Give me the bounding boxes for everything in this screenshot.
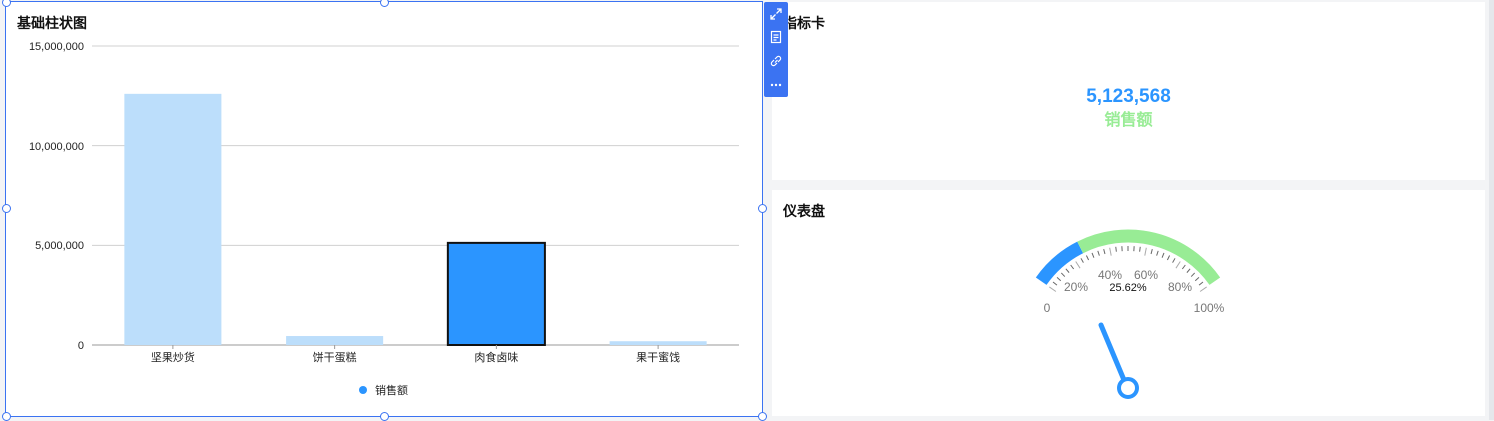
gauge-tick-label: 60% — [1134, 268, 1158, 282]
legend-marker — [359, 386, 367, 394]
gauge-tick — [1167, 255, 1169, 260]
link-icon[interactable] — [764, 50, 788, 72]
gauge-tick — [1145, 248, 1147, 256]
bar-0[interactable] — [124, 94, 221, 345]
gauge-tick — [1200, 287, 1207, 292]
gauge-tick — [1157, 251, 1159, 256]
gauge-needle — [1101, 325, 1124, 380]
gauge-tick — [1061, 273, 1064, 277]
y-tick-label: 0 — [78, 340, 84, 352]
gauge-tick — [1092, 253, 1094, 258]
gauge-tick — [1116, 247, 1117, 252]
gauge-panel[interactable]: 仪表盘 0 20% 40% 60% 80% 100% 25.62% — [772, 190, 1485, 416]
gauge-tick — [1151, 249, 1152, 254]
gauge-tick — [1104, 249, 1105, 254]
gauge-tick-label: 80% — [1168, 280, 1192, 294]
gauge-tick — [1057, 277, 1061, 280]
kpi-label: 销售额 — [772, 106, 1485, 130]
bar-1[interactable] — [286, 336, 383, 345]
gauge-tick — [1098, 251, 1100, 256]
gauge-tick-label: 0 — [1044, 301, 1051, 315]
y-tick-label: 5,000,000 — [35, 240, 84, 252]
document-icon[interactable] — [764, 26, 788, 48]
legend-label: 销售额 — [375, 383, 408, 397]
gauge-needle-pivot — [1119, 379, 1137, 397]
gauge-arc-filled — [1041, 247, 1080, 281]
gauge-tick — [1071, 265, 1074, 269]
gauge-value-label: 25.62% — [1109, 282, 1147, 294]
chart-toolbar — [764, 2, 788, 97]
bar-3[interactable] — [610, 341, 707, 345]
gauge-tick — [1182, 265, 1185, 269]
gauge-tick — [1199, 282, 1203, 285]
x-tick-label: 果干蜜饯 — [636, 350, 680, 364]
page-scrollbar[interactable] — [1489, 0, 1494, 420]
gauge-tick-label: 100% — [1194, 301, 1225, 315]
resize-handle-left[interactable] — [2, 204, 11, 213]
y-axis-ticks: 15,000,000 10,000,000 5,000,000 0 — [29, 41, 84, 352]
expand-icon[interactable] — [764, 3, 788, 25]
x-tick-label: 肉食卤味 — [474, 350, 518, 364]
y-tick-label: 15,000,000 — [29, 41, 84, 53]
gauge-tick — [1176, 261, 1180, 268]
gauge-tick — [1081, 258, 1083, 262]
gauge-tick — [1140, 247, 1141, 252]
more-icon[interactable] — [764, 74, 788, 96]
kpi-card-panel[interactable]: 指标卡 5,123,568 销售额 — [772, 2, 1485, 180]
gauge-tick — [1086, 255, 1088, 260]
gauge-tick-label: 20% — [1064, 280, 1088, 294]
kpi-value: 5,123,568 — [772, 86, 1485, 108]
x-tick-label: 坚果炒货 — [151, 350, 195, 364]
gauge-tick — [1076, 261, 1080, 268]
gauge-chart: 0 20% 40% 60% 80% 100% 25.62% — [772, 190, 1485, 416]
gauge-tick — [1191, 273, 1194, 277]
gauge-tick — [1173, 258, 1175, 262]
gauge-tick — [1049, 287, 1056, 292]
bar-2[interactable] — [448, 243, 545, 345]
x-tick-label: 饼干蛋糕 — [313, 350, 357, 364]
gauge-tick — [1110, 248, 1112, 256]
bar-chart: 15,000,000 10,000,000 5,000,000 0 坚果炒货 饼干… — [6, 2, 762, 416]
gauge-tick — [1187, 269, 1190, 273]
gauge-tick — [1162, 253, 1164, 258]
gauge-tick — [1053, 282, 1057, 285]
resize-handle-right[interactable] — [758, 204, 767, 213]
bar-chart-panel[interactable]: 基础柱状图 15,000,000 10,000,000 5,000,000 0 … — [6, 2, 762, 416]
gauge-tick — [1195, 277, 1199, 280]
gauge-tick — [1066, 269, 1069, 273]
y-tick-label: 10,000,000 — [29, 141, 84, 153]
gauge-tick-label: 40% — [1098, 268, 1122, 282]
kpi-card-title: 指标卡 — [783, 13, 825, 33]
